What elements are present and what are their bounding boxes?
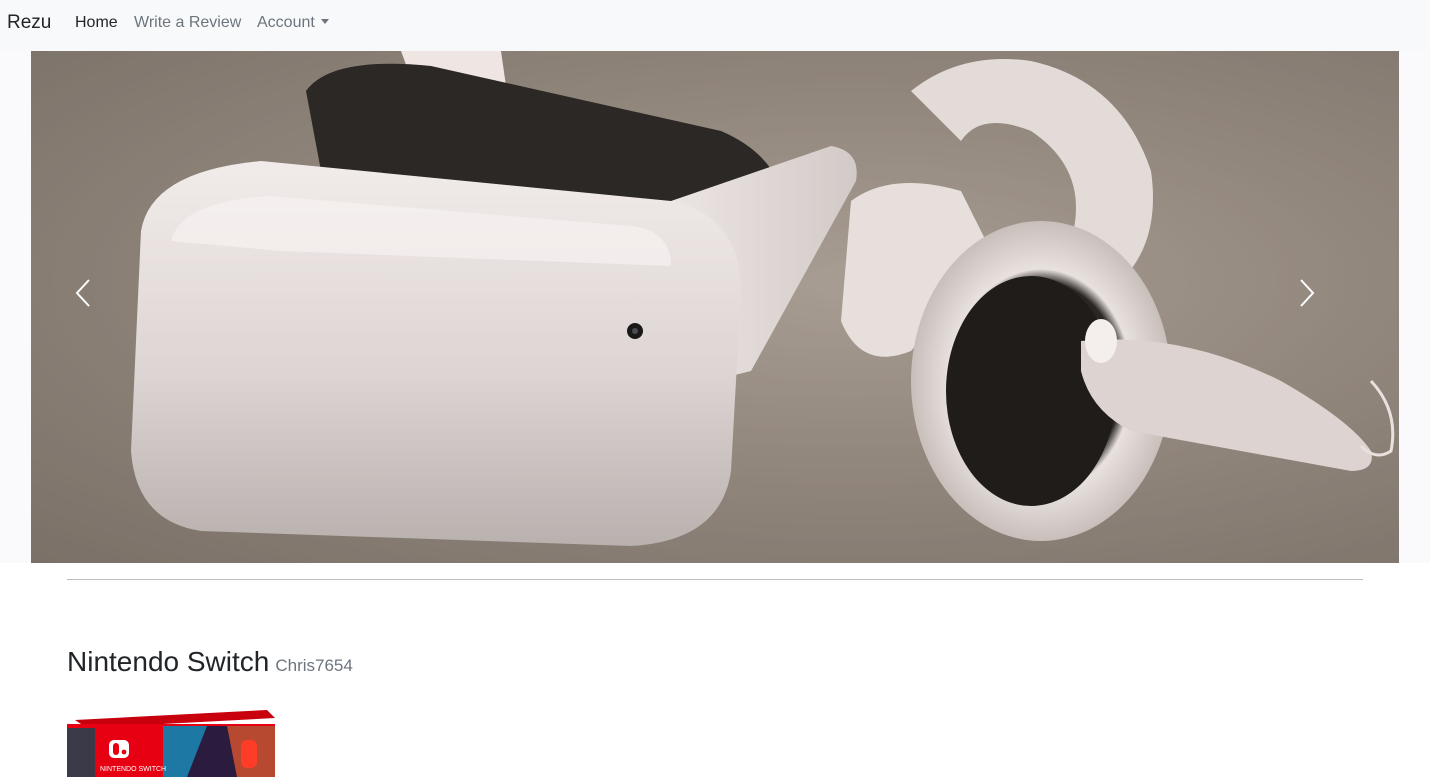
brand-logo[interactable]: Rezu xyxy=(7,11,51,35)
caret-down-icon xyxy=(320,19,329,24)
nav-write-review-link[interactable]: Write a Review xyxy=(134,13,241,33)
vr-headset-image xyxy=(31,51,1399,563)
review-author[interactable]: Chris7654 xyxy=(275,656,353,675)
hero-carousel xyxy=(31,51,1399,563)
review-heading: Nintendo Switch Chris7654 xyxy=(67,645,353,679)
chevron-left-icon xyxy=(75,279,90,307)
product-thumbnail[interactable]: NINTENDO SWITCH xyxy=(67,710,275,777)
navbar: Rezu Home Write a Review Account xyxy=(0,0,1430,51)
thumbnail-brand-text: NINTENDO SWITCH xyxy=(100,766,166,773)
carousel-prev-button[interactable] xyxy=(75,279,131,335)
carousel-next-button[interactable] xyxy=(1299,279,1355,335)
section-divider xyxy=(67,579,1363,580)
nintendo-switch-box-image: NINTENDO SWITCH xyxy=(67,710,275,777)
chevron-right-icon xyxy=(1300,279,1315,307)
nav-account-label: Account xyxy=(257,14,315,31)
nav-home-link[interactable]: Home xyxy=(75,13,118,33)
product-title: Nintendo Switch xyxy=(67,646,270,677)
nav-account-dropdown[interactable]: Account xyxy=(257,13,329,33)
